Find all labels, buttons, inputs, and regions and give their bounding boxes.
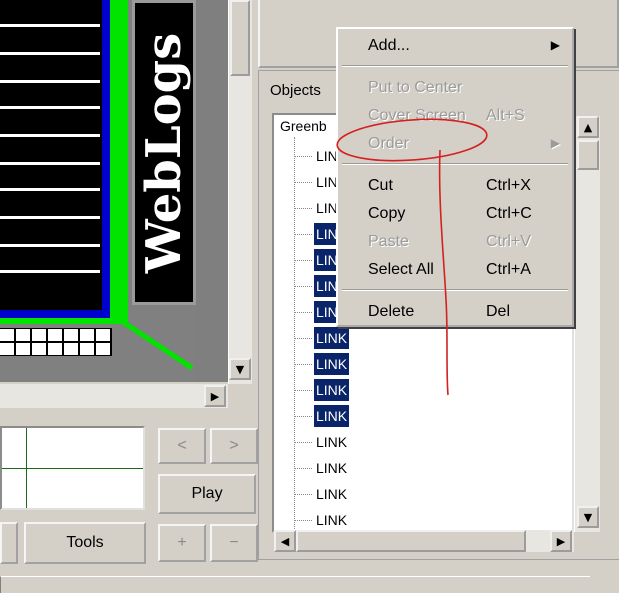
preview-vertical-scrollbar[interactable]: ▼ bbox=[228, 0, 252, 384]
objects-scroll-thumb[interactable] bbox=[577, 140, 599, 170]
menu-item-cover-screen: Cover Screen Alt+S bbox=[338, 103, 572, 129]
menu-item-shortcut: Ctrl+V bbox=[486, 233, 531, 250]
tree-item-link[interactable]: LINK bbox=[314, 353, 350, 375]
preview-green-diagonal bbox=[118, 318, 194, 371]
tree-connector-dot bbox=[294, 286, 312, 287]
left-panel-button[interactable] bbox=[0, 522, 18, 564]
tree-connector-dot bbox=[294, 260, 312, 261]
weblogs-banner: WebLogs bbox=[132, 0, 196, 305]
menu-separator bbox=[342, 163, 568, 165]
tree-item-link[interactable]: LINK bbox=[314, 405, 350, 427]
status-bar bbox=[0, 576, 590, 593]
prev-button[interactable]: < bbox=[158, 428, 206, 464]
preview-scroll-thumb[interactable] bbox=[230, 0, 250, 76]
tree-connector-dot bbox=[294, 494, 312, 495]
preview-grey-strip bbox=[196, 0, 228, 382]
menu-item-shortcut: Ctrl+A bbox=[486, 261, 531, 278]
add-frame-button[interactable]: + bbox=[158, 524, 206, 562]
preview-canvas[interactable]: WebLogs bbox=[0, 0, 228, 382]
objects-vertical-scrollbar[interactable]: ▲ ▼ bbox=[574, 116, 600, 532]
tree-connector-dot bbox=[294, 234, 312, 235]
submenu-arrow-icon: ▶ bbox=[550, 38, 560, 52]
preview-blue-border-bottom bbox=[0, 310, 110, 318]
menu-item-add[interactable]: Add... ▶ bbox=[338, 33, 572, 59]
menu-item-label: Order bbox=[368, 135, 409, 152]
menu-item-put-to-center: Put to Center bbox=[338, 75, 572, 101]
menu-item-copy[interactable]: Copy Ctrl+C bbox=[338, 201, 572, 227]
menu-item-label: Cut bbox=[368, 177, 393, 194]
menu-item-shortcut: Del bbox=[486, 303, 511, 320]
menu-item-label: Put to Center bbox=[368, 79, 463, 96]
menu-item-delete[interactable]: Delete Del bbox=[338, 299, 572, 325]
menu-item-select-all[interactable]: Select All Ctrl+A bbox=[338, 257, 572, 283]
menu-separator bbox=[342, 289, 568, 291]
tree-connector-dot bbox=[294, 416, 312, 417]
menu-separator bbox=[342, 65, 568, 67]
menu-item-label: Select All bbox=[368, 261, 434, 278]
tree-connector-dot bbox=[294, 442, 312, 443]
banner-text: WebLogs bbox=[136, 32, 192, 273]
keyboard-strip bbox=[0, 328, 112, 356]
tree-connector-dot bbox=[294, 390, 312, 391]
scroll-right-icon[interactable]: ▶ bbox=[550, 530, 572, 552]
menu-item-label: Cover Screen bbox=[368, 107, 466, 124]
menu-item-label: Add... bbox=[368, 37, 410, 54]
tree-connector-dot bbox=[294, 338, 312, 339]
preview-dark-panel bbox=[0, 0, 105, 310]
objects-label: Objects bbox=[270, 82, 321, 99]
tools-button[interactable]: Tools bbox=[24, 522, 146, 564]
menu-item-shortcut: Ctrl+C bbox=[486, 205, 532, 222]
scroll-right-icon[interactable]: ▶ bbox=[204, 385, 226, 407]
tree-item-link[interactable]: LINK bbox=[314, 431, 349, 453]
scroll-down-icon[interactable]: ▼ bbox=[577, 506, 599, 528]
menu-item-label: Copy bbox=[368, 205, 406, 222]
menu-item-paste: Paste Ctrl+V bbox=[338, 229, 572, 255]
scroll-down-icon[interactable]: ▼ bbox=[229, 358, 251, 380]
menu-item-label: Paste bbox=[368, 233, 409, 250]
tree-connector-dot bbox=[294, 520, 312, 521]
context-menu: Add... ▶ Put to Center Cover Screen Alt+S Ord… bbox=[336, 27, 574, 327]
tree-connector-dot bbox=[294, 156, 312, 157]
tree-connector-dot bbox=[294, 468, 312, 469]
tree-item-link[interactable]: LINK bbox=[314, 509, 349, 531]
menu-item-shortcut: Ctrl+X bbox=[486, 177, 531, 194]
preview-blue-border bbox=[102, 0, 110, 318]
preview-green-border bbox=[110, 0, 128, 324]
menu-item-label: Delete bbox=[368, 303, 415, 320]
menu-item-cut[interactable]: Cut Ctrl+X bbox=[338, 173, 572, 199]
tree-connector-dot bbox=[294, 364, 312, 365]
tree-connector bbox=[294, 137, 295, 531]
tree-root[interactable]: Greenb bbox=[280, 118, 327, 134]
tree-item-link[interactable]: LINK bbox=[314, 457, 349, 479]
menu-item-shortcut: Alt+S bbox=[486, 107, 525, 124]
tree-connector-dot bbox=[294, 182, 312, 183]
play-button[interactable]: Play bbox=[158, 474, 256, 514]
remove-frame-button[interactable]: − bbox=[210, 524, 258, 562]
objects-horizontal-scrollbar[interactable]: ◀ ▶ bbox=[274, 530, 574, 552]
scroll-up-icon[interactable]: ▲ bbox=[577, 116, 599, 138]
submenu-arrow-icon: ▶ bbox=[550, 136, 560, 150]
tree-item-link[interactable]: LINK bbox=[314, 327, 350, 349]
preview-green-border-bottom bbox=[0, 318, 128, 324]
menu-item-order: Order ▶ bbox=[338, 131, 572, 157]
scroll-left-icon[interactable]: ◀ bbox=[274, 530, 296, 552]
tree-connector-dot bbox=[294, 312, 312, 313]
tree-connector-dot bbox=[294, 208, 312, 209]
preview-horizontal-scrollbar[interactable]: ▶ bbox=[0, 384, 228, 408]
next-button[interactable]: > bbox=[210, 428, 258, 464]
tree-item-link[interactable]: LINK bbox=[314, 483, 349, 505]
timeline-grid[interactable] bbox=[0, 426, 145, 510]
objects-hscroll-thumb[interactable] bbox=[296, 530, 526, 552]
tree-item-link[interactable]: LINK bbox=[314, 379, 350, 401]
